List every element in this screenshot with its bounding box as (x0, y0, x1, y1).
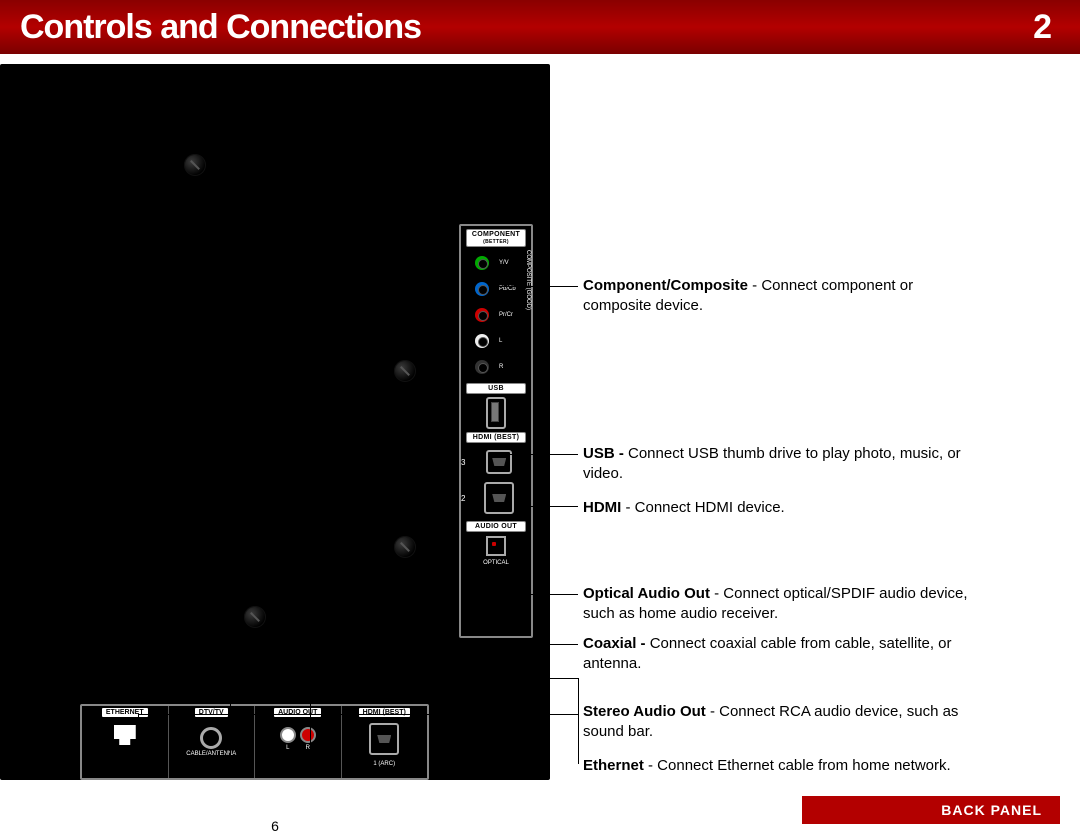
audio-out-side-label: AUDIO OUT (466, 521, 526, 532)
screw-icon (244, 606, 266, 628)
hdmi3-port-icon (486, 450, 512, 474)
leader-line (510, 454, 578, 455)
component-label: COMPONENT (BETTER) (466, 229, 526, 247)
coax-port-icon (200, 727, 222, 749)
desc-stereo: Stereo Audio Out - Connect RCA audio dev… (583, 702, 1003, 743)
dtv-col: DTV/TV CABLE/ANTENNA (169, 706, 256, 778)
ethernet-port-icon (114, 725, 136, 745)
jack-pb-icon (475, 282, 489, 296)
leader-line (516, 506, 578, 507)
jack-l-icon (475, 334, 489, 348)
hdmi-side-label: HDMI (BEST) (466, 432, 526, 443)
jack-pr-icon (475, 308, 489, 322)
leader-line (310, 678, 578, 679)
page-title: Controls and Connections (20, 8, 421, 47)
hdmi1-port-icon (369, 723, 399, 755)
screw-icon (184, 154, 206, 176)
rca-r-icon (300, 727, 316, 743)
leader-line (138, 714, 139, 774)
page-canvas: COMPONENT (BETTER) Y/V Pb/Cb Pr/Cr L R C… (0, 54, 1080, 834)
bottom-port-box: ETHERNET DTV/TV CABLE/ANTENNA AUDIO OUT … (80, 704, 429, 780)
audio-out-col: AUDIO OUT L R (255, 706, 342, 778)
back-panel-badge: BACK PANEL (802, 796, 1060, 824)
leader-line (310, 678, 311, 764)
usb-port-icon (486, 397, 506, 429)
chapter-number: 2 (1033, 8, 1052, 47)
desc-optical: Optical Audio Out - Connect optical/SPDI… (583, 584, 1003, 625)
desc-ethernet: Ethernet - Connect Ethernet cable from h… (583, 756, 1013, 776)
hdmi2-port-icon (484, 482, 514, 514)
leader-line (498, 286, 578, 287)
leader-line (578, 678, 579, 714)
page-number: 6 (0, 818, 550, 834)
desc-hdmi: HDMI - Connect HDMI device. (583, 498, 963, 518)
leader-line (230, 644, 578, 645)
leader-line (578, 714, 579, 764)
jack-r-icon (475, 360, 489, 374)
header-bar: Controls and Connections 2 (0, 0, 1080, 54)
leader-line (138, 714, 578, 715)
desc-usb: USB - Connect USB thumb drive to play ph… (583, 444, 983, 485)
desc-component: Component/Composite - Connect component … (583, 276, 963, 317)
tv-back-panel: COMPONENT (BETTER) Y/V Pb/Cb Pr/Cr L R C… (0, 64, 550, 780)
desc-coax: Coaxial - Connect coaxial cable from cab… (583, 634, 1013, 675)
rca-l-icon (280, 727, 296, 743)
optical-port-icon (486, 536, 506, 556)
composite-side-label: COMPOSITE (GOOD) (525, 250, 531, 380)
leader-line (230, 644, 231, 764)
jack-y-icon (475, 256, 489, 270)
screw-icon (394, 360, 416, 382)
ethernet-col: ETHERNET (82, 706, 169, 778)
usb-label: USB (466, 383, 526, 394)
screw-icon (394, 536, 416, 558)
leader-line (514, 594, 578, 595)
hdmi-bottom-col: HDMI (BEST) 1 (ARC) (342, 706, 428, 778)
